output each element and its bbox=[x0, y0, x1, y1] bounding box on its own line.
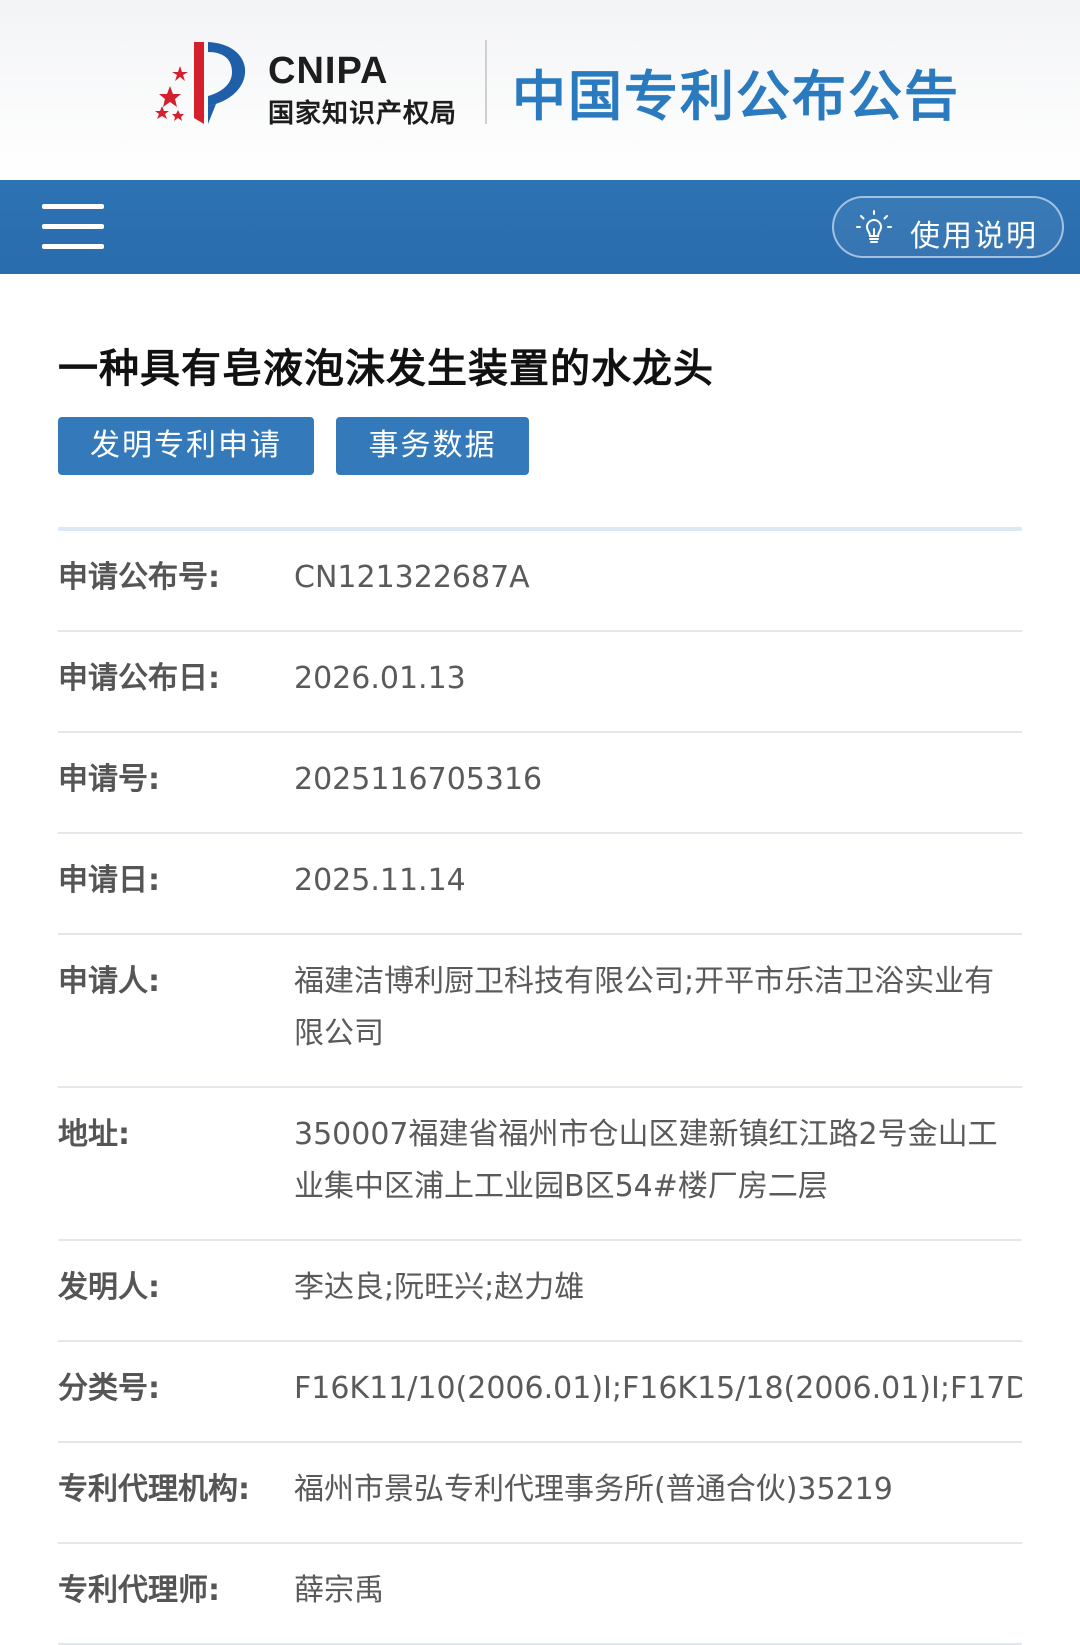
lightbulb-icon bbox=[856, 210, 892, 243]
info-row-address: 地址: 350007福建省福州市仓山区建新镇红江路2号金山工业集中区浦上工业园B… bbox=[58, 1088, 1022, 1241]
info-value: 2026.01.13 bbox=[294, 661, 466, 696]
logo-text-cn: 国家知识产权局 bbox=[268, 99, 458, 129]
info-row-publication-date: 申请公布日: 2026.01.13 bbox=[58, 632, 1022, 733]
info-label: 发明人: bbox=[58, 1270, 160, 1305]
info-label: 申请日: bbox=[58, 863, 160, 898]
transaction-data-button[interactable]: 事务数据 bbox=[336, 417, 529, 475]
info-value: 福州市景弘专利代理事务所(普通合伙)35219 bbox=[294, 1472, 893, 1507]
info-label: 申请人: bbox=[58, 964, 160, 999]
cnipa-logo-icon bbox=[155, 42, 246, 124]
patent-info-table: 申请公布号: CN121322687A 申请公布日: 2026.01.13 申请… bbox=[58, 527, 1022, 1645]
info-row-application-number: 申请号: 2025116705316 bbox=[58, 733, 1022, 834]
info-label: 申请号: bbox=[58, 762, 160, 797]
site-header: CNIPA 国家知识产权局 中国专利公布公告 bbox=[0, 0, 1080, 180]
help-button-label: 使用说明 bbox=[910, 219, 1038, 254]
info-value: 2025116705316 bbox=[294, 762, 543, 797]
info-value: 福建洁博利厨卫科技有限公司;开平市乐洁卫浴实业有限公司 bbox=[294, 964, 995, 1051]
info-row-agent: 专利代理师: 薛宗禹 bbox=[58, 1544, 1022, 1645]
info-value: 李达良;阮旺兴;赵力雄 bbox=[294, 1270, 585, 1305]
info-label: 专利代理师: bbox=[58, 1573, 220, 1608]
logo-divider bbox=[485, 40, 487, 124]
info-row-inventors: 发明人: 李达良;阮旺兴;赵力雄 bbox=[58, 1241, 1022, 1342]
info-label: 专利代理机构: bbox=[58, 1472, 250, 1507]
info-value: F16K11/10(2006.01)I;F16K15/18(2006.01)I;… bbox=[294, 1371, 1022, 1406]
info-label: 申请公布日: bbox=[58, 661, 220, 696]
help-button[interactable]: 使用说明 bbox=[832, 196, 1064, 258]
nav-bar: 使用说明 bbox=[0, 180, 1080, 274]
logo-text-en: CNIPA bbox=[268, 50, 389, 92]
info-value: 2025.11.14 bbox=[294, 863, 466, 898]
site-title: 中国专利公布公告 bbox=[512, 65, 960, 128]
patent-title: 一种具有皂液泡沫发生装置的水龙头 bbox=[58, 346, 714, 392]
hamburger-menu-icon[interactable] bbox=[42, 204, 104, 250]
info-value: 350007福建省福州市仓山区建新镇红江路2号金山工业集中区浦上工业园B区54#… bbox=[294, 1117, 998, 1204]
info-label: 地址: bbox=[58, 1117, 130, 1152]
info-label: 分类号: bbox=[58, 1371, 160, 1406]
info-row-application-date: 申请日: 2025.11.14 bbox=[58, 834, 1022, 935]
info-value: CN121322687A bbox=[294, 560, 530, 595]
info-row-applicant: 申请人: 福建洁博利厨卫科技有限公司;开平市乐洁卫浴实业有限公司 bbox=[58, 935, 1022, 1088]
invention-application-button[interactable]: 发明专利申请 bbox=[58, 417, 314, 475]
info-value: 薛宗禹 bbox=[294, 1573, 384, 1608]
info-row-publication-number: 申请公布号: CN121322687A bbox=[58, 531, 1022, 632]
info-label: 申请公布号: bbox=[58, 560, 220, 595]
info-row-agency: 专利代理机构: 福州市景弘专利代理事务所(普通合伙)35219 bbox=[58, 1443, 1022, 1544]
info-row-classification: 分类号: F16K11/10(2006.01)I;F16K15/18(2006.… bbox=[58, 1342, 1022, 1443]
